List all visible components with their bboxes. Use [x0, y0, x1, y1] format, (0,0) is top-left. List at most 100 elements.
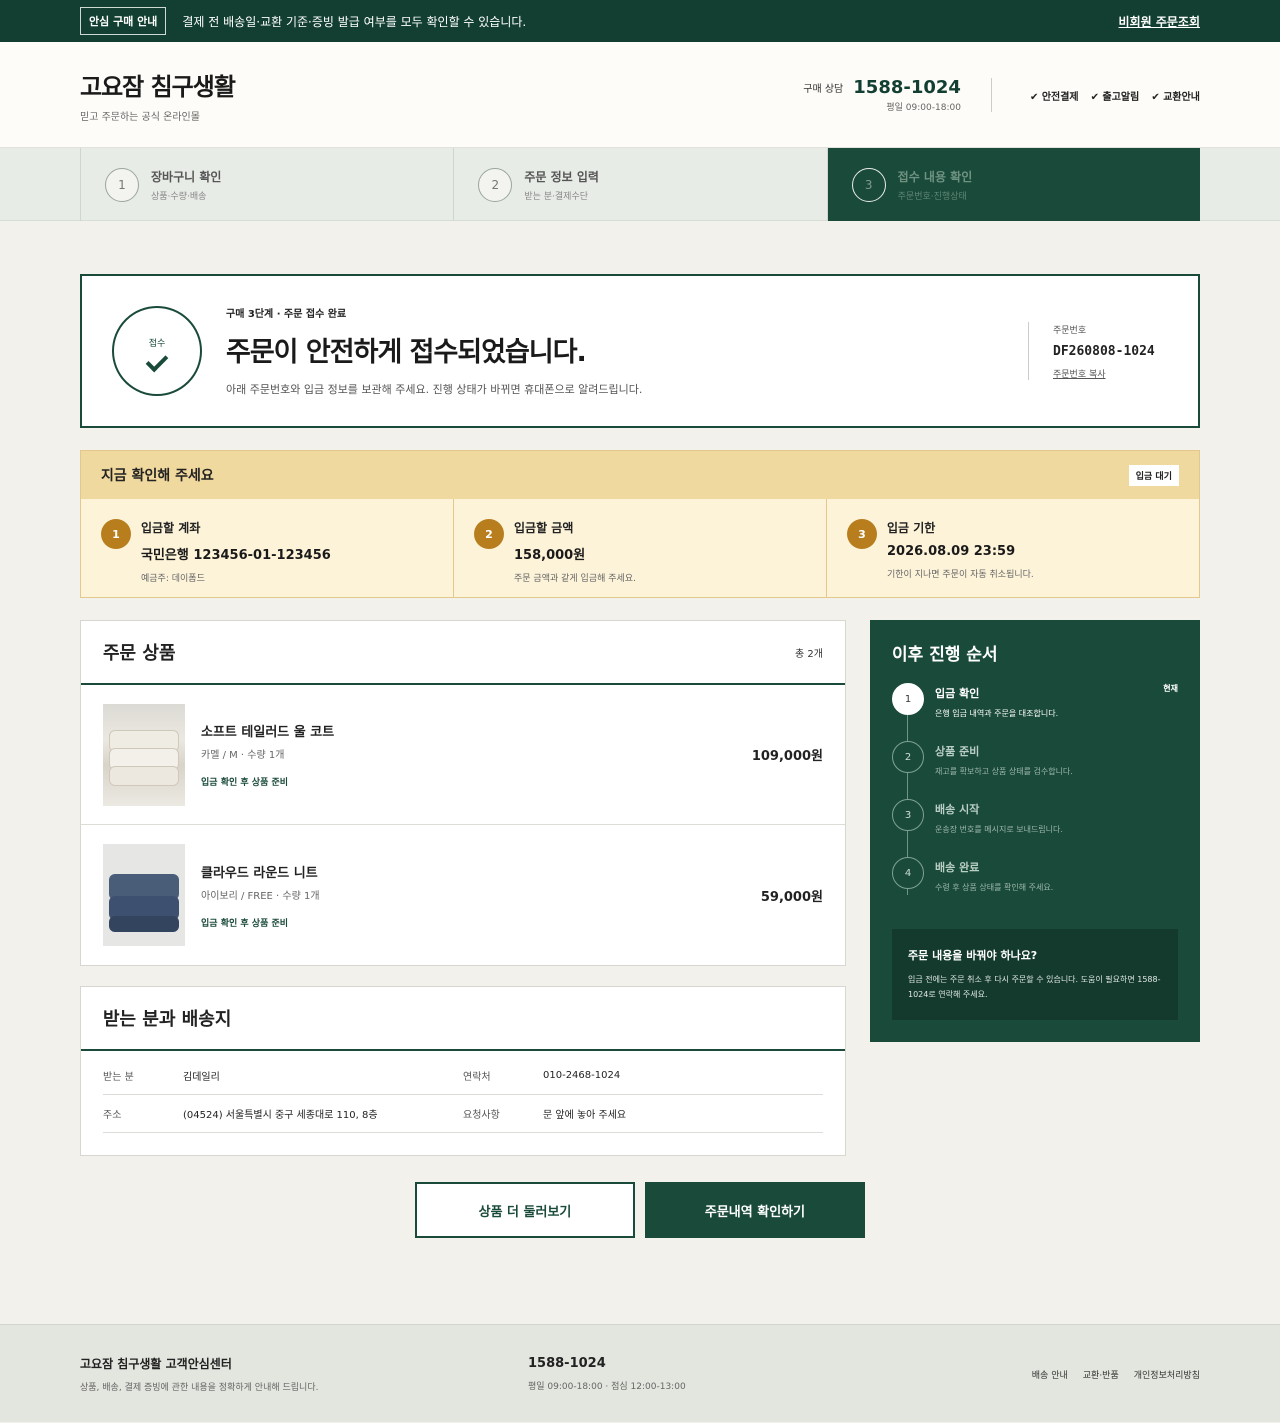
item-number: 2	[474, 519, 504, 549]
notice-title: 주문 내용을 바꿔야 하나요?	[908, 949, 1038, 962]
product-image[interactable]	[103, 703, 185, 806]
flow-title: 배송 시작	[935, 803, 980, 816]
confirm-title: 주문이 안전하게 접수되었습니다.	[226, 337, 587, 368]
brand[interactable]: 고요잠 침구생활 믿고 주문하는 공식 온라인몰	[80, 67, 236, 123]
flow-number: 3	[892, 799, 924, 831]
shipping-row: 받는 분 김데일리 연락처 010-2468-1024	[103, 1057, 823, 1095]
footer-link-privacy[interactable]: 개인정보처리방침	[1134, 1368, 1200, 1381]
brand-tagline: 믿고 주문하는 공식 온라인몰	[80, 112, 200, 123]
flow-desc: 은행 입금 내역과 주문을 대조합니다.	[935, 709, 1059, 718]
payment-check-panel: 지금 확인해 주세요 입금 대기 1 입금할 계좌 국민은행 123456-01…	[80, 450, 1200, 598]
trust-badges: ✔ 안전결제 ✔ 출고알림 ✔ 교환안내	[1030, 88, 1200, 103]
checkmark-icon	[145, 349, 169, 372]
step-number: 3	[851, 167, 886, 202]
deposit-account: 1 입금할 계좌 국민은행 123456-01-123456 예금주: 데이폼드	[81, 499, 454, 597]
footer-sub: 상품, 배송, 결제 증빙에 관한 내용을 정확하게 안내해 드립니다.	[80, 1383, 319, 1393]
step-title: 접수 내용 확인	[897, 169, 973, 184]
address-label: 주소	[103, 1110, 122, 1121]
footer-phone[interactable]: 1588-1024	[528, 1356, 686, 1371]
item-note: 주문 금액과 같게 입금해 주세요.	[514, 574, 636, 584]
step-sub: 상품·수량·배송	[151, 191, 207, 202]
product-status: 입금 확인 후 상품 준비	[201, 778, 289, 788]
recipient-label: 받는 분	[103, 1072, 134, 1083]
product-name[interactable]: 클라우드 라운드 니트	[201, 862, 761, 881]
deposit-deadline: 3 입금 기한 2026.08.09 23:59 기한이 지나면 주문이 자동 …	[827, 499, 1199, 597]
checkout-steps: 1 장바구니 확인 상품·수량·배송 2 주문 정보 입력 받는 분·결제수단 …	[0, 148, 1280, 221]
browse-more-button[interactable]: 상품 더 둘러보기	[415, 1182, 635, 1238]
address-value: (04524) 서울특별시 중구 세종대로 110, 8층	[183, 1110, 378, 1121]
product-price: 59,000원	[760, 889, 823, 905]
flow-step-payment: 1 입금 확인 은행 입금 내역과 주문을 대조합니다. 현재	[892, 683, 1178, 741]
flow-title: 입금 확인	[935, 687, 980, 700]
recipient-value: 김데일리	[183, 1072, 220, 1083]
status-badge: 입금 대기	[1128, 464, 1179, 486]
trust-shipping-alert: ✔ 출고알림	[1090, 91, 1140, 103]
safe-purchase-badge: 안심 구매 안내	[80, 7, 167, 35]
item-value: 국민은행 123456-01-123456	[141, 548, 331, 563]
payment-check-title: 지금 확인해 주세요	[101, 468, 214, 484]
item-value: 158,000원	[514, 548, 586, 563]
flow-title: 배송 완료	[935, 861, 980, 874]
step-order-info: 2 주문 정보 입력 받는 분·결제수단	[454, 148, 828, 221]
footer-title: 고요잠 침구생활 고객안심센터	[80, 1357, 232, 1371]
next-steps-title: 이후 진행 순서	[892, 645, 998, 665]
product-name[interactable]: 소프트 테일러드 울 코트	[201, 721, 752, 740]
brand-title[interactable]: 고요잠 침구생활	[80, 67, 236, 102]
footer-link-shipping[interactable]: 배송 안내	[1032, 1368, 1068, 1381]
order-number-block: 주문번호 DF260808-1024 주문번호 복사	[1028, 322, 1168, 380]
copy-order-number-link[interactable]: 주문번호 복사	[1053, 367, 1168, 380]
product-row: 클라우드 라운드 니트 아이보리 / FREE · 수량 1개 입금 확인 후 …	[81, 825, 845, 965]
top-notice-text: 결제 전 배송일·교환 기준·증빙 발급 여부를 모두 확인할 수 있습니다.	[182, 14, 527, 29]
check-badge: 접수	[112, 306, 202, 396]
order-number: DF260808-1024	[1053, 343, 1155, 359]
request-value: 문 앞에 놓아 주세요	[543, 1110, 627, 1121]
flow-number: 2	[892, 741, 924, 773]
item-label: 입금할 금액	[514, 521, 574, 535]
step-title: 주문 정보 입력	[524, 169, 599, 184]
flow-step-ship: 3 배송 시작 운송장 번호를 메시지로 보내드립니다.	[892, 799, 1178, 857]
item-note: 기한이 지나면 주문이 자동 취소됩니다.	[887, 570, 1034, 580]
shipping-panel: 받는 분과 배송지 받는 분 김데일리 연락처 010-2468-1024 주소…	[80, 986, 846, 1156]
footer-link-exchange[interactable]: 교환·반품	[1083, 1368, 1119, 1381]
check-badge-label: 접수	[148, 338, 166, 349]
order-number-label: 주문번호	[1053, 325, 1087, 336]
step-sub: 주문번호·진행상태	[897, 191, 967, 202]
next-steps-panel: 이후 진행 순서 1 입금 확인 은행 입금 내역과 주문을 대조합니다. 현재…	[870, 620, 1200, 1042]
flow-number: 1	[892, 683, 924, 715]
product-option: 아이보리 / FREE · 수량 1개	[201, 890, 320, 902]
customer-service: 구매 상담 1588-1024 평일 09:00-18:00	[803, 77, 992, 113]
step-sub: 받는 분·결제수단	[524, 191, 589, 202]
request-label: 요청사항	[463, 1110, 500, 1121]
products-title: 주문 상품	[103, 643, 176, 664]
top-notice-bar: 안심 구매 안내 결제 전 배송일·교환 기준·증빙 발급 여부를 모두 확인할…	[0, 0, 1280, 42]
flow-desc: 재고를 확보하고 상품 상태를 검수합니다.	[935, 767, 1073, 776]
step-number: 1	[105, 167, 139, 202]
products-count: 총 2개	[795, 648, 823, 660]
flow-number: 4	[892, 857, 924, 889]
shipping-row: 주소 (04524) 서울특별시 중구 세종대로 110, 8층 요청사항 문 …	[103, 1095, 823, 1133]
action-buttons: 상품 더 둘러보기 주문내역 확인하기	[80, 1182, 1200, 1238]
deposit-amount: 2 입금할 금액 158,000원 주문 금액과 같게 입금해 주세요.	[454, 499, 827, 597]
product-price: 109,000원	[751, 749, 823, 764]
cs-label: 구매 상담	[803, 84, 844, 95]
order-products-panel: 주문 상품 총 2개 소프트 테일러드 울 코트 카멜 / M · 수량 1개 …	[80, 620, 846, 966]
flow-title: 상품 준비	[935, 745, 980, 758]
confirm-description: 아래 주문번호와 입금 정보를 보관해 주세요. 진행 상태가 바뀌면 휴대폰으…	[226, 383, 643, 396]
trust-secure-payment: ✔ 안전결제	[1029, 91, 1079, 103]
current-marker: 현재	[1163, 684, 1178, 693]
product-row: 소프트 테일러드 울 코트 카멜 / M · 수량 1개 입금 확인 후 상품 …	[81, 685, 845, 825]
guest-order-lookup-link[interactable]: 비회원 주문조회	[1119, 13, 1200, 30]
site-header: 고요잠 침구생활 믿고 주문하는 공식 온라인몰 구매 상담 1588-1024…	[0, 42, 1280, 148]
product-image[interactable]	[103, 844, 185, 946]
flow-desc: 운송장 번호를 메시지로 보내드립니다.	[935, 825, 1063, 834]
cs-phone[interactable]: 1588-1024	[853, 77, 961, 98]
shipping-title: 받는 분과 배송지	[103, 1009, 232, 1030]
item-number: 1	[101, 519, 131, 549]
trust-label: 안전결제	[1041, 91, 1079, 103]
order-confirm-card: 접수 구매 3단계 · 주문 접수 완료 주문이 안전하게 접수되었습니다. 아…	[80, 274, 1200, 428]
product-option: 카멜 / M · 수량 1개	[201, 750, 285, 761]
item-note: 예금주: 데이폼드	[141, 574, 205, 584]
step-title: 장바구니 확인	[151, 169, 222, 184]
trust-label: 출고알림	[1102, 91, 1140, 103]
view-order-history-button[interactable]: 주문내역 확인하기	[645, 1182, 865, 1238]
